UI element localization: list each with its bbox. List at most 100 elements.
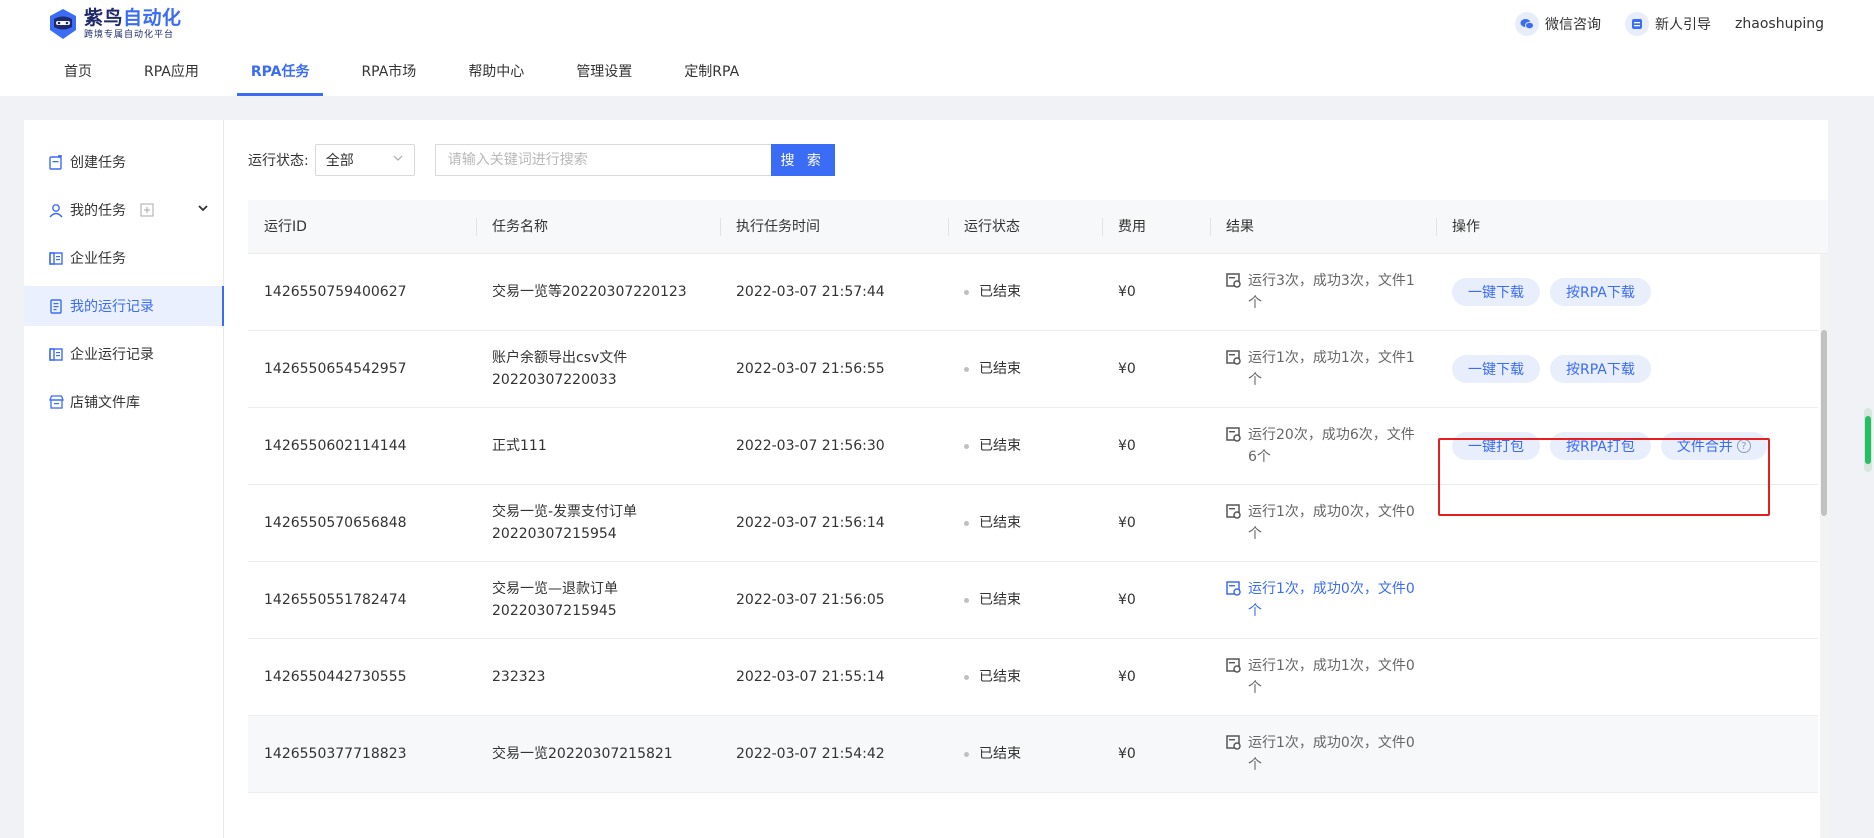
nav-help-center[interactable]: 帮助中心 <box>444 52 548 96</box>
run-id-cell: 1426550442730555 <box>264 669 407 685</box>
exec-time-cell: 2022-03-07 21:55:14 <box>736 669 885 685</box>
status-dot-icon <box>964 520 969 526</box>
task-name-cell: 交易一览-发票支付订单 20220307215954 <box>492 504 638 542</box>
header-actions: 微信咨询 新人引导 zhaoshuping <box>1515 12 1824 36</box>
chevron-down-icon <box>392 152 404 168</box>
status-dot-icon <box>964 597 969 603</box>
add-folder-icon[interactable] <box>140 203 155 218</box>
nav-rpa-apps[interactable]: RPA应用 <box>120 52 223 96</box>
username: zhaoshuping <box>1735 16 1824 32</box>
sidebar: 创建任务 我的任务 企业任务 我的运行记录 企业运行记录 店铺文件库 <box>24 120 224 838</box>
sidebar-item-label: 我的运行记录 <box>70 299 154 315</box>
sidebar-item-label: 企业任务 <box>70 251 126 267</box>
table-row[interactable]: 1426550551782474 交易一览—退款订单 20220307215945… <box>248 562 1818 639</box>
filter-bar: 运行状态: 全部 搜 索 <box>248 144 1828 176</box>
exec-time-cell: 2022-03-07 21:56:30 <box>736 438 885 454</box>
task-name-cell: 交易一览—退款订单 20220307215945 <box>492 581 618 619</box>
table-row[interactable]: 1426550602114144 正式111 2022-03-07 21:56:… <box>248 408 1818 485</box>
scrollbar-thumb[interactable] <box>1821 330 1827 516</box>
run-id-cell: 1426550551782474 <box>264 592 407 608</box>
actions-cell: 一键打包 按RPA打包 文件合并? <box>1436 408 1777 484</box>
nav-management-settings[interactable]: 管理设置 <box>552 52 656 96</box>
status-cell: 已结束 <box>948 408 1021 484</box>
task-name-cell: 232323 <box>492 669 546 685</box>
result-report-icon <box>1226 350 1242 366</box>
floating-side-widget[interactable] <box>1864 408 1872 472</box>
result-cell: 运行1次，成功0次，文件0个 <box>1210 485 1418 561</box>
pack-all-button[interactable]: 一键打包 <box>1452 432 1540 460</box>
exec-time-cell: 2022-03-07 21:56:14 <box>736 515 885 531</box>
table-row[interactable]: 1426550377718823 交易一览20220307215821 2022… <box>248 716 1818 793</box>
table-row[interactable]: 1426550654542957 账户余额导出csv文件 202203072200… <box>248 331 1818 408</box>
table-row[interactable]: 1426550759400627 交易一览等20220307220123 202… <box>248 254 1818 331</box>
fee-cell: ¥0 <box>1118 361 1136 377</box>
column-header-exec-time: 执行任务时间 <box>736 219 820 235</box>
actions-cell <box>1436 716 1452 792</box>
store-library-icon <box>48 394 64 410</box>
result-report-icon <box>1226 427 1242 443</box>
column-header-result: 结果 <box>1226 219 1254 235</box>
sidebar-item-create-task[interactable]: 创建任务 <box>24 142 223 182</box>
download-all-button[interactable]: 一键下载 <box>1452 355 1540 383</box>
pack-by-rpa-button[interactable]: 按RPA打包 <box>1550 432 1651 460</box>
table-row[interactable]: 1426550442730555 232323 2022-03-07 21:55… <box>248 639 1818 716</box>
nav-home[interactable]: 首页 <box>40 52 116 96</box>
sidebar-item-store-library[interactable]: 店铺文件库 <box>24 382 223 422</box>
result-report-icon <box>1226 504 1242 520</box>
status-dot-icon <box>964 443 969 449</box>
status-select[interactable]: 全部 <box>314 144 415 176</box>
result-report-icon <box>1226 658 1242 674</box>
table-row[interactable]: 1426550570656848 交易一览-发票支付订单 202203072159… <box>248 485 1818 562</box>
user-menu[interactable]: zhaoshuping <box>1735 16 1824 32</box>
download-all-button[interactable]: 一键下载 <box>1452 278 1540 306</box>
wechat-icon <box>1515 12 1540 36</box>
wechat-consult-label: 微信咨询 <box>1545 17 1602 33</box>
download-by-rpa-button[interactable]: 按RPA下载 <box>1550 278 1651 306</box>
status-cell: 已结束 <box>948 485 1021 561</box>
nav-rpa-market[interactable]: RPA市场 <box>337 52 440 96</box>
run-records-table: 运行ID 任务名称 执行任务时间 运行状态 费用 结果 操作 202203072… <box>248 200 1828 838</box>
sidebar-item-my-tasks[interactable]: 我的任务 <box>24 190 223 230</box>
sidebar-item-enterprise-tasks[interactable]: 企业任务 <box>24 238 223 278</box>
status-dot-icon <box>964 366 969 372</box>
download-by-rpa-button[interactable]: 按RPA下载 <box>1550 355 1651 383</box>
result-cell: 运行1次，成功1次，文件0个 <box>1210 639 1418 715</box>
table-scrollbar[interactable] <box>1820 254 1828 838</box>
status-select-value: 全部 <box>325 153 354 169</box>
merge-files-button[interactable]: 文件合并? <box>1660 432 1767 460</box>
status-cell: 已结束 <box>948 331 1021 407</box>
new-user-guide-link[interactable]: 新人引导 <box>1625 12 1711 36</box>
run-id-cell: 1426550377718823 <box>264 746 407 762</box>
sidebar-item-my-run-records[interactable]: 我的运行记录 <box>24 286 224 326</box>
fee-cell: ¥0 <box>1118 592 1136 608</box>
main-nav: 首页 RPA应用 RPA任务 RPA市场 帮助中心 管理设置 定制RPA <box>40 52 767 96</box>
logo[interactable]: 紫鸟自动化 跨境专属自动化平台 <box>48 6 182 42</box>
result-cell: 运行3次，成功3次，文件1个 <box>1210 254 1418 330</box>
help-question-icon[interactable]: ? <box>1736 439 1751 453</box>
nav-custom-rpa[interactable]: 定制RPA <box>660 52 763 96</box>
result-cell[interactable]: 运行1次，成功0次，文件0个 <box>1210 562 1418 638</box>
exec-time-cell: 2022-03-07 21:57:44 <box>736 284 885 300</box>
actions-cell: 一键下载 按RPA下载 <box>1436 331 1661 407</box>
sidebar-item-label: 企业运行记录 <box>70 347 154 363</box>
nav-rpa-tasks[interactable]: RPA任务 <box>227 52 334 96</box>
search-input[interactable] <box>434 144 771 176</box>
column-header-run-status: 运行状态 <box>964 219 1020 235</box>
main-panel: 创建任务 我的任务 企业任务 我的运行记录 企业运行记录 店铺文件库 运行状态:… <box>24 120 1828 838</box>
sidebar-item-label: 店铺文件库 <box>70 395 140 411</box>
status-dot-icon <box>964 751 969 757</box>
fee-cell: ¥0 <box>1118 284 1136 300</box>
sidebar-item-enterprise-run-records[interactable]: 企业运行记录 <box>24 334 223 374</box>
exec-time-cell: 2022-03-07 21:56:05 <box>736 592 885 608</box>
fee-cell: ¥0 <box>1118 669 1136 685</box>
column-header-task-name: 任务名称 <box>492 219 548 235</box>
status-dot-icon <box>964 674 969 680</box>
result-report-icon <box>1226 273 1242 289</box>
wechat-consult-link[interactable]: 微信咨询 <box>1515 12 1601 36</box>
search-button[interactable]: 搜 索 <box>770 144 835 176</box>
actions-cell <box>1436 639 1452 715</box>
status-cell: 已结束 <box>948 716 1021 792</box>
task-name-cell: 账户余额导出csv文件 20220307220033 <box>492 350 628 388</box>
chevron-down-icon[interactable] <box>197 202 209 218</box>
user-icon <box>48 202 64 218</box>
